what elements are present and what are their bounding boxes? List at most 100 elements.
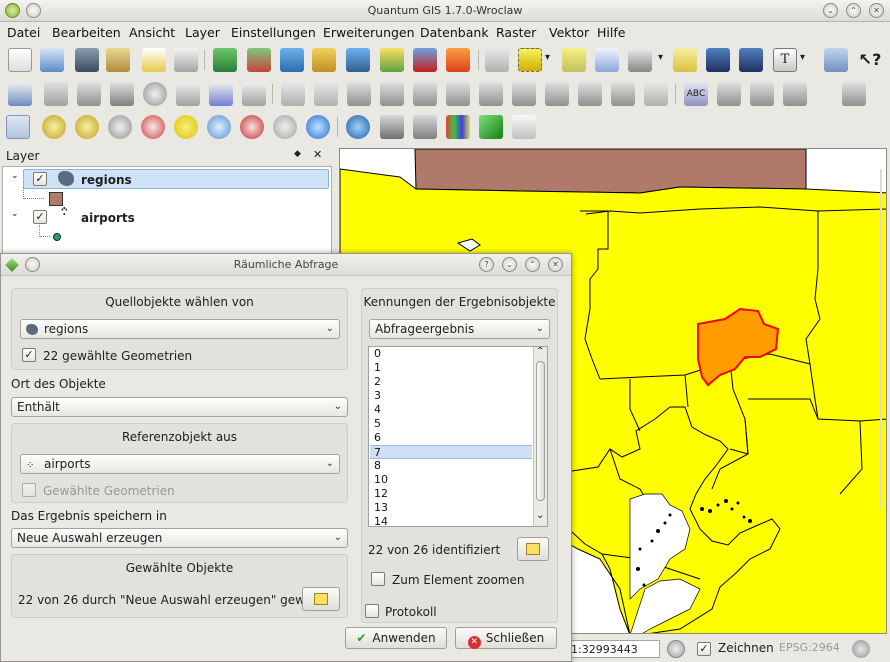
- show-hide-labels-icon[interactable]: [750, 82, 774, 106]
- zoom-to-selection-icon[interactable]: [174, 115, 198, 139]
- list-item[interactable]: 10: [370, 473, 532, 487]
- add-part-icon[interactable]: [413, 82, 437, 106]
- show-result-button[interactable]: [517, 537, 549, 561]
- reference-layer-combo[interactable]: ⁘ airports ⌄: [20, 454, 340, 474]
- menu-vektor[interactable]: Vektor: [549, 25, 589, 40]
- zoom-to-layer-icon[interactable]: [207, 115, 231, 139]
- raster-terrain-icon[interactable]: [446, 115, 470, 139]
- zoom-full-icon[interactable]: [141, 115, 165, 139]
- print-icon[interactable]: [174, 48, 198, 72]
- show-bookmarks-icon[interactable]: [739, 48, 763, 72]
- source-layer-combo[interactable]: regions ⌄: [20, 319, 340, 339]
- float-panel-icon[interactable]: ◆: [294, 149, 301, 159]
- list-item[interactable]: 5: [370, 417, 532, 431]
- list-item[interactable]: 13: [370, 501, 532, 515]
- list-item[interactable]: 1: [370, 361, 532, 375]
- add-wfs-layer-icon[interactable]: [446, 48, 470, 72]
- split-features-icon[interactable]: [545, 82, 569, 106]
- plugin-icon[interactable]: [824, 48, 848, 72]
- delete-part-icon[interactable]: [479, 82, 503, 106]
- save-edits-icon[interactable]: [44, 82, 68, 106]
- dialog-help-button[interactable]: ?: [479, 257, 494, 272]
- undo-icon[interactable]: [281, 82, 305, 106]
- list-item[interactable]: 2: [370, 375, 532, 389]
- measure-line-icon[interactable]: [628, 48, 652, 72]
- gps-tool-icon[interactable]: [380, 115, 404, 139]
- select-features-icon[interactable]: [518, 48, 542, 72]
- menu-erweiterungen[interactable]: Erweiterungen: [323, 25, 415, 40]
- list-item[interactable]: 0: [370, 347, 532, 361]
- chevron-down-icon[interactable]: ⌄: [536, 510, 544, 521]
- dialog-minimize-button[interactable]: ⌄: [502, 257, 517, 272]
- render-checkbox[interactable]: ✓: [697, 642, 711, 656]
- save-project-icon[interactable]: [75, 48, 99, 72]
- open-project-icon[interactable]: [40, 48, 64, 72]
- new-bookmark-icon[interactable]: [706, 48, 730, 72]
- list-item[interactable]: 14: [370, 515, 532, 526]
- chevron-down-icon[interactable]: ⌄: [11, 171, 19, 181]
- source-selected-checkbox[interactable]: ✓: [22, 348, 36, 362]
- road-graph-icon[interactable]: [512, 115, 536, 139]
- menu-ansicht[interactable]: Ansicht: [129, 25, 175, 40]
- georeferencer-icon[interactable]: [346, 115, 370, 139]
- add-wms-layer-icon[interactable]: [346, 48, 370, 72]
- simplify-feature-icon[interactable]: [347, 82, 371, 106]
- list-item[interactable]: 12: [370, 487, 532, 501]
- zoom-out-icon[interactable]: [75, 115, 99, 139]
- scrollbar-thumb[interactable]: [536, 361, 545, 501]
- add-spatialite-layer-icon[interactable]: [312, 48, 336, 72]
- spatial-query-icon[interactable]: [479, 115, 503, 139]
- interpolation-icon[interactable]: [413, 115, 437, 139]
- menu-layer[interactable]: Layer: [185, 25, 220, 40]
- result-id-list[interactable]: 0 1 2 3 4 5 6 7 8 10 12 13 14 ⌃ ⌄: [368, 346, 548, 527]
- list-item[interactable]: 8: [370, 459, 532, 473]
- zoom-last-icon[interactable]: [240, 115, 264, 139]
- list-item[interactable]: 4: [370, 403, 532, 417]
- new-shapefile-icon[interactable]: [380, 48, 404, 72]
- location-combo[interactable]: Enthält ⌄: [11, 397, 348, 417]
- layer-regions-checkbox[interactable]: ✓: [33, 172, 47, 186]
- open-attribute-table-icon[interactable]: [595, 48, 619, 72]
- zoom-next-icon[interactable]: [273, 115, 297, 139]
- chevron-down-icon[interactable]: ▾: [658, 52, 663, 63]
- dialog-maximize-button[interactable]: ⌃: [525, 257, 540, 272]
- menu-einstellungen[interactable]: Einstellungen: [231, 25, 316, 40]
- crs-label[interactable]: EPSG:2964: [779, 641, 840, 654]
- paste-features-icon[interactable]: [242, 82, 266, 106]
- list-item[interactable]: 6: [370, 431, 532, 445]
- list-scrollbar[interactable]: ⌃ ⌄: [533, 347, 547, 526]
- move-label-icon[interactable]: [783, 82, 807, 106]
- refresh-icon[interactable]: [306, 115, 330, 139]
- menu-bearbeiten[interactable]: Bearbeiten: [52, 25, 121, 40]
- chevron-down-icon[interactable]: ▾: [545, 52, 550, 63]
- delete-selected-icon[interactable]: [143, 82, 167, 106]
- deselect-features-icon[interactable]: [562, 48, 586, 72]
- text-annotation-icon[interactable]: T: [773, 48, 797, 72]
- airports-symbol-swatch[interactable]: [53, 233, 61, 241]
- menu-datei[interactable]: Datei: [7, 25, 40, 40]
- chevron-up-icon[interactable]: ⌃: [536, 347, 544, 357]
- add-postgis-layer-icon[interactable]: [280, 48, 304, 72]
- list-item-selected[interactable]: 7: [370, 445, 532, 459]
- reshape-features-icon[interactable]: [512, 82, 536, 106]
- log-checkbox[interactable]: [365, 604, 379, 618]
- move-feature-icon[interactable]: [77, 82, 101, 106]
- close-panel-icon[interactable]: ✕: [313, 148, 322, 161]
- show-selected-button[interactable]: [302, 587, 340, 611]
- minimize-button[interactable]: ⌄: [823, 3, 838, 18]
- add-vector-layer-icon[interactable]: [213, 48, 237, 72]
- cut-features-icon[interactable]: [176, 82, 200, 106]
- layer-airports-checkbox[interactable]: ✓: [33, 210, 47, 224]
- chevron-down-icon[interactable]: ⌄: [11, 209, 19, 219]
- new-project-icon[interactable]: [8, 48, 32, 72]
- remove-layer-icon[interactable]: [413, 48, 437, 72]
- redo-icon[interactable]: [314, 82, 338, 106]
- add-ring-icon[interactable]: [380, 82, 404, 106]
- zoom-1-to-1-icon[interactable]: [108, 115, 132, 139]
- copy-features-icon[interactable]: [209, 82, 233, 106]
- menu-hilfe[interactable]: Hilfe: [597, 25, 625, 40]
- crs-globe-icon[interactable]: [852, 640, 870, 658]
- node-tool-icon[interactable]: [110, 82, 134, 106]
- delete-ring-icon[interactable]: [446, 82, 470, 106]
- rotate-symbols-icon[interactable]: [644, 82, 668, 106]
